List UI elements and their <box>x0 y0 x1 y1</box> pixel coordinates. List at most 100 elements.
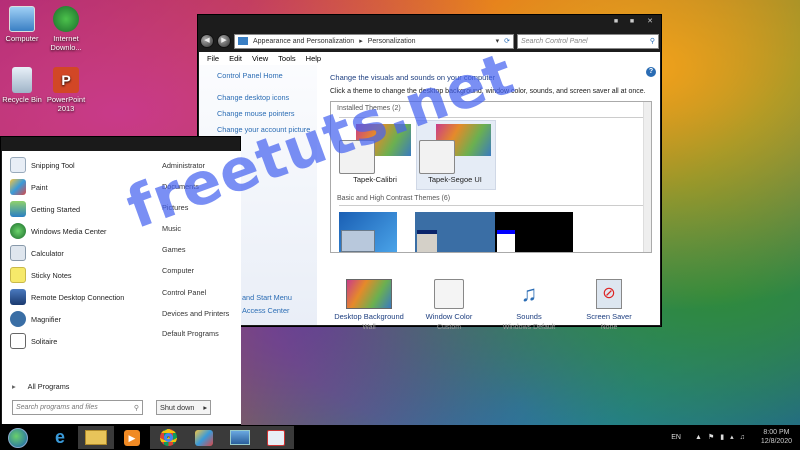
breadcrumb-separator-icon: ▸ <box>359 38 363 45</box>
show-hidden-icons-icon[interactable]: ▲ <box>695 434 702 441</box>
menu-file[interactable]: File <box>207 54 219 63</box>
control-panel-icon <box>230 430 250 445</box>
page-heading: Change the visuals and sounds on your co… <box>330 73 496 82</box>
link-ease-of-access[interactable]: Access Center <box>242 306 289 315</box>
wallpaper-icon <box>346 279 392 309</box>
maximize-button[interactable]: ■ <box>625 17 639 27</box>
theme-high-contrast-white[interactable] <box>515 212 573 252</box>
close-button[interactable]: ✕ <box>643 17 657 27</box>
shutdown-button[interactable]: Shut down ▸ <box>156 400 211 415</box>
minimize-button[interactable]: ■ <box>609 17 623 27</box>
battery-icon[interactable]: ▮ <box>720 433 724 441</box>
link-taskbar-start-menu[interactable]: and Start Menu <box>242 293 292 302</box>
window-color-button[interactable]: Window Color Custom <box>409 279 489 331</box>
desktop-icon-recycle-bin[interactable]: Recycle Bin <box>0 67 44 104</box>
place-music[interactable]: Music <box>162 224 181 233</box>
bottom-label: Desktop Background <box>334 312 404 321</box>
menu-edit[interactable]: Edit <box>229 54 242 63</box>
system-tray: EN ▲ ⚑ ▮ ▴ ♫ 8:00 PM 12/8/2020 <box>671 428 792 446</box>
desktop-icon-label: Computer <box>5 34 39 43</box>
taskbar-internet-explorer[interactable]: e <box>42 426 78 449</box>
internet-explorer-icon: e <box>54 427 65 447</box>
link-change-desktop-icons[interactable]: Change desktop icons <box>217 93 317 102</box>
control-panel-icon <box>238 37 248 45</box>
program-item[interactable]: Sticky Notes <box>10 266 72 284</box>
theme-name-segoe[interactable]: Tapek-Segoe UI <box>419 175 491 184</box>
place-pictures[interactable]: Pictures <box>162 203 188 212</box>
menu-view[interactable]: View <box>252 54 268 63</box>
program-item[interactable]: Getting Started <box>10 200 80 218</box>
all-programs-button[interactable]: ▸ All Programs <box>12 382 69 391</box>
theme-thumbnail-calibri[interactable] <box>339 124 411 174</box>
taskbar-snipping-tool[interactable] <box>258 426 294 449</box>
theme-windows7-basic[interactable] <box>339 212 397 252</box>
menu-help[interactable]: Help <box>306 54 321 63</box>
program-item[interactable]: Paint <box>10 178 48 196</box>
content-pane: ? Change the visuals and sounds on your … <box>317 65 660 331</box>
theme-thumbnail-segoe[interactable] <box>419 124 491 174</box>
solitaire-icon <box>10 333 26 349</box>
program-item[interactable]: Windows Media Center <box>10 222 106 240</box>
bottom-sublabel: Wall <box>362 324 376 331</box>
search-placeholder: Search Control Panel <box>521 37 588 45</box>
bottom-label: Sounds <box>516 312 542 321</box>
search-placeholder: Search programs and files <box>16 404 98 411</box>
breadcrumb-personalization[interactable]: Personalization <box>368 38 416 45</box>
address-bar[interactable]: Appearance and Personalization ▸ Persona… <box>234 33 514 49</box>
search-icon: ⚲ <box>133 404 139 412</box>
window-color-icon <box>434 279 464 309</box>
volume-icon[interactable]: ♫ <box>740 434 745 441</box>
program-item[interactable]: Snipping Tool <box>10 156 75 174</box>
dropdown-icon[interactable]: ▾ <box>496 37 500 45</box>
desktop-icon-computer[interactable]: Computer <box>0 6 44 43</box>
help-icon[interactable]: ? <box>646 67 656 77</box>
desktop-icon-powerpoint[interactable]: P PowerPoint 2013 <box>44 67 88 113</box>
place-computer[interactable]: Computer <box>162 266 194 275</box>
clock[interactable]: 8:00 PM 12/8/2020 <box>761 428 792 446</box>
bottom-label: Screen Saver <box>586 312 632 321</box>
desktop-icon-internet-download[interactable]: Internet Downlo... <box>44 6 88 52</box>
link-control-panel-home[interactable]: Control Panel Home <box>217 71 317 80</box>
place-administrator[interactable]: Administrator <box>162 161 205 170</box>
link-change-mouse-pointers[interactable]: Change mouse pointers <box>217 109 317 118</box>
desktop-background-button[interactable]: Desktop Background Wall <box>329 279 409 331</box>
theme-name-calibri[interactable]: Tapek-Calibri <box>339 175 411 184</box>
place-devices-printers[interactable]: Devices and Printers <box>162 309 229 318</box>
taskbar-control-panel[interactable] <box>222 426 258 449</box>
screen-saver-button[interactable]: ⊘ Screen Saver None <box>569 279 649 331</box>
page-subheading: Click a theme to change the desktop back… <box>330 88 646 95</box>
taskbar-file-explorer[interactable] <box>78 426 114 449</box>
back-button[interactable]: ◀ <box>200 34 214 48</box>
taskbar-media-player[interactable]: ▶ <box>114 426 150 449</box>
control-panel-search[interactable]: Search Control Panel ⚲ <box>517 33 659 49</box>
program-item[interactable]: Remote Desktop Connection <box>10 288 124 306</box>
place-games[interactable]: Games <box>162 245 186 254</box>
shutdown-options-icon[interactable]: ▸ <box>203 403 207 412</box>
theme-high-contrast-1[interactable] <box>437 212 495 252</box>
place-default-programs[interactable]: Default Programs <box>162 329 219 338</box>
theme-list: Installed Themes (2) Tapek-Calibri Tapek… <box>330 101 652 253</box>
place-documents[interactable]: Documents <box>162 182 199 191</box>
action-center-icon[interactable]: ⚑ <box>708 433 714 441</box>
network-icon[interactable]: ▴ <box>730 433 734 441</box>
taskbar-chrome[interactable] <box>150 426 186 449</box>
taskbar-paint[interactable] <box>186 426 222 449</box>
breadcrumb-appearance[interactable]: Appearance and Personalization <box>253 38 354 45</box>
program-item[interactable]: Solitaire <box>10 332 57 350</box>
start-search-input[interactable]: Search programs and files ⚲ <box>12 400 143 415</box>
refresh-icon[interactable]: ⟳ <box>504 37 513 45</box>
theme-scrollbar[interactable] <box>643 102 651 252</box>
forward-button[interactable]: ▶ <box>217 34 231 48</box>
place-control-panel[interactable]: Control Panel <box>162 288 206 297</box>
start-button[interactable] <box>0 426 36 449</box>
link-change-account-picture[interactable]: Change your account picture <box>217 125 317 134</box>
program-item[interactable]: Calculator <box>10 244 64 262</box>
paint-icon <box>10 179 26 195</box>
magnifier-icon <box>10 311 26 327</box>
program-label: Getting Started <box>31 204 81 214</box>
idm-icon <box>53 6 79 32</box>
sounds-button[interactable]: ♫ Sounds Windows Default <box>489 279 569 331</box>
menu-tools[interactable]: Tools <box>278 54 296 63</box>
language-indicator[interactable]: EN <box>671 434 681 441</box>
program-item[interactable]: Magnifier <box>10 310 61 328</box>
